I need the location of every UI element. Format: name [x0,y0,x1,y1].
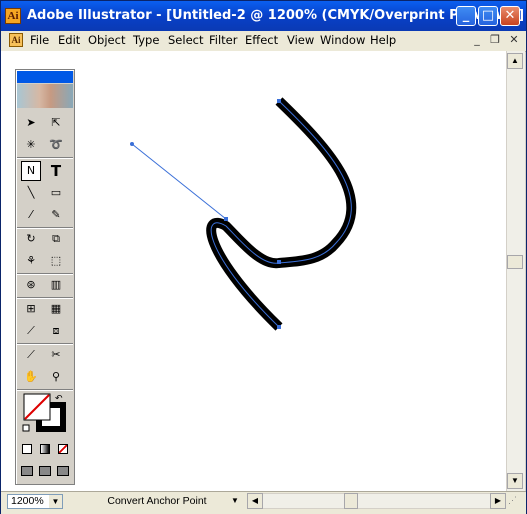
menu-edit[interactable]: Edit [58,33,80,47]
stroked-path[interactable] [206,97,357,331]
direct-selection-tool-icon[interactable]: ⇱ [46,113,66,133]
lasso-tool-icon[interactable]: ➰ [46,135,66,155]
window-title: Adobe Illustrator - [Untitled-2 @ 1200% … [27,8,525,23]
hand-tool-icon[interactable]: ✋ [21,367,41,387]
menu-view[interactable]: View [287,33,314,47]
full-screen-menu-mode-button[interactable] [37,463,51,477]
convert-anchor-point-tool-icon[interactable]: N [21,161,41,181]
line-segment-tool-icon[interactable]: ╲ [21,183,41,203]
gradient-tool-icon[interactable]: ▦ [46,299,66,319]
menu-select[interactable]: Select [168,33,203,47]
scale-tool-icon[interactable]: ⧉ [46,229,66,249]
scroll-left-arrow-icon[interactable]: ◀ [247,493,263,509]
menu-help[interactable]: Help [370,33,396,47]
fill-stroke-swatches[interactable]: ↶ [21,391,69,435]
scroll-right-arrow-icon[interactable]: ▶ [490,493,506,509]
blend-tool-icon[interactable]: ⧈ [46,321,66,341]
mesh-tool-icon[interactable]: ⊞ [21,299,41,319]
none-mode-button[interactable] [55,441,69,455]
swap-fill-stroke-icon: ↶ [55,394,63,404]
magic-wand-tool-icon[interactable]: ✳ [21,135,41,155]
direction-handle-line[interactable] [131,143,227,220]
application-window: Ai Adobe Illustrator - [Untitled-2 @ 120… [0,0,527,514]
rotate-tool-icon[interactable]: ↻ [21,229,41,249]
toolbox-title-bar[interactable] [17,71,73,83]
pencil-tool-icon[interactable]: ✎ [46,205,66,225]
close-button[interactable]: ✕ [500,6,520,26]
scroll-up-arrow-icon[interactable]: ▲ [507,53,523,69]
toolbox-divider [17,157,73,159]
anchor-point[interactable] [277,260,281,264]
chevron-down-icon[interactable]: ▼ [49,495,62,508]
scissors-tool-icon[interactable]: ✂ [46,345,66,365]
standard-screen-mode-button[interactable] [19,463,33,477]
menu-type[interactable]: Type [133,33,159,47]
anchor-point[interactable] [277,325,281,329]
artwork [130,97,357,331]
gradient-mode-button[interactable] [37,441,51,455]
menu-object[interactable]: Object [88,33,125,47]
eyedropper-tool-icon[interactable]: ⟋ [21,321,41,341]
zoom-tool-icon[interactable]: ⚲ [46,367,66,387]
maximize-button[interactable]: □ [478,6,498,26]
paintbrush-tool-icon[interactable]: ⁄ [21,205,41,225]
current-tool-status[interactable]: Convert Anchor Point [69,494,245,509]
doc-close-button[interactable]: ✕ [507,33,521,47]
anchor-point[interactable] [224,217,228,221]
menu-effect[interactable]: Effect [245,33,278,47]
color-mode-button[interactable] [19,441,33,455]
full-screen-mode-button[interactable] [55,463,69,477]
menu-filter[interactable]: Filter [209,33,237,47]
scroll-down-arrow-icon[interactable]: ▼ [507,473,523,489]
toolbox-banner-image[interactable] [17,84,73,108]
vertical-scroll-thumb[interactable] [507,255,523,269]
free-transform-tool-icon[interactable]: ⬚ [46,251,66,271]
status-menu-arrow-icon[interactable]: ▼ [231,496,239,505]
doc-minimize-button[interactable]: _ [470,33,484,47]
title-bar[interactable]: Ai Adobe Illustrator - [Untitled-2 @ 120… [1,1,526,31]
document-icon[interactable]: Ai [9,33,23,47]
anchor-point[interactable] [277,99,281,103]
resize-grip-icon[interactable]: ⋰ [508,495,522,509]
rectangle-tool-icon[interactable]: ▭ [46,183,66,203]
horizontal-scroll-thumb[interactable] [344,493,358,509]
selection-tool-icon[interactable]: ➤ [21,113,41,133]
slice-tool-icon[interactable]: ⟋ [21,345,41,365]
direction-handle-point[interactable] [130,142,134,146]
path-outline[interactable] [210,100,352,328]
horizontal-scrollbar[interactable] [247,493,506,509]
menu-file[interactable]: File [30,33,49,47]
vertical-scrollbar[interactable] [506,51,525,491]
warp-tool-icon[interactable]: ⚘ [21,251,41,271]
illustrator-icon[interactable]: Ai [5,8,21,24]
type-tool-icon[interactable]: T [46,161,66,181]
menu-window[interactable]: Window [320,33,365,47]
doc-restore-button[interactable]: ❐ [488,33,502,47]
minimize-button[interactable]: _ [456,6,476,26]
default-fill-stroke-icon [22,424,30,432]
symbol-sprayer-tool-icon[interactable]: ⊛ [21,275,41,295]
column-graph-tool-icon[interactable]: ▥ [46,275,66,295]
